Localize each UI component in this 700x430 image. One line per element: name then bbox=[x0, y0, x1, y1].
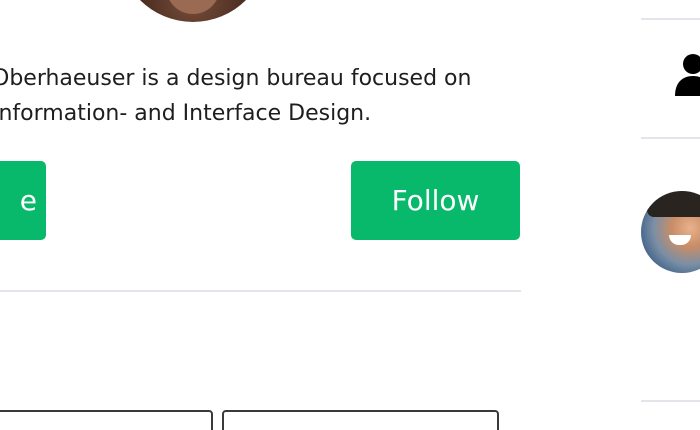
profile-bio-line-2: Information- and Interface Design. bbox=[0, 101, 372, 126]
message-button[interactable]: e bbox=[0, 161, 46, 240]
sidebar-divider-top bbox=[641, 18, 700, 20]
profile-bio-line-1: Oberhaeuser is a design bureau focused o… bbox=[0, 66, 472, 91]
tab-button-2[interactable] bbox=[222, 410, 499, 430]
tab-button-1[interactable] bbox=[0, 410, 213, 430]
follow-button[interactable]: Follow bbox=[351, 161, 520, 240]
follow-button-label: Follow bbox=[391, 184, 480, 217]
profile-avatar-face bbox=[166, 0, 220, 14]
profile-avatar bbox=[118, 0, 268, 22]
profile-page: Oberhaeuser is a design bureau focused o… bbox=[0, 0, 700, 430]
sidebar-divider-bottom bbox=[641, 400, 700, 402]
avatar-hair bbox=[647, 191, 700, 217]
profile-bio: Oberhaeuser is a design bureau focused o… bbox=[0, 61, 552, 131]
sidebar-user-avatar[interactable] bbox=[641, 191, 700, 273]
sidebar-divider-middle bbox=[641, 137, 700, 139]
avatar-smile bbox=[669, 235, 691, 245]
user-icon[interactable] bbox=[674, 52, 700, 96]
section-divider bbox=[0, 290, 521, 292]
message-button-label: e bbox=[19, 184, 37, 217]
